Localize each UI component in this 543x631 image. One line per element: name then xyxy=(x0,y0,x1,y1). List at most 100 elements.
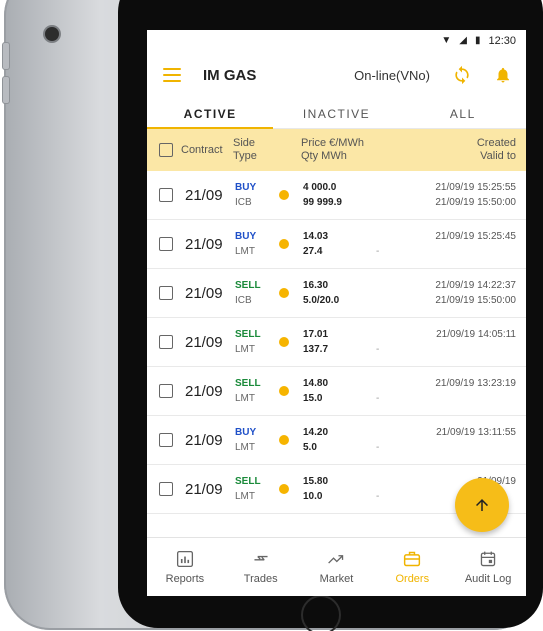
order-times: 21/09/19 14:05:11 - xyxy=(373,327,526,357)
row-checkbox[interactable] xyxy=(159,286,173,300)
row-checkbox[interactable] xyxy=(159,384,173,398)
order-row[interactable]: 21/09 BUY LMT 14.20 5.0 21/09/19 13:11:55 - xyxy=(147,416,526,465)
refresh-icon[interactable] xyxy=(452,65,472,85)
nav-market[interactable]: Market xyxy=(299,538,375,596)
order-created: 21/09/19 13:11:55 xyxy=(436,427,516,438)
row-checkbox[interactable] xyxy=(159,335,173,349)
bell-icon[interactable] xyxy=(494,65,512,85)
order-price-qty: 4 000.0 99 999.9 xyxy=(303,180,373,210)
column-price-qty: Price €/MWh Qty MWh xyxy=(301,137,381,163)
nav-audit-log[interactable]: Audit Log xyxy=(450,538,526,596)
column-valid-to: Valid to xyxy=(480,150,516,162)
nav-label: Trades xyxy=(243,572,278,585)
order-type: LMT xyxy=(235,442,255,453)
app-screen: ▼ ◢ ▮ 12:30 IM GAS On-line(VNo) ACTIVE I… xyxy=(147,30,526,596)
order-contract: 21/09 xyxy=(185,186,223,204)
order-side: SELL xyxy=(235,280,261,291)
order-side: SELL xyxy=(235,378,261,389)
order-qty: 5.0 xyxy=(303,442,317,453)
arrow-up-icon xyxy=(476,499,488,511)
column-side-type: Side Type xyxy=(233,137,289,163)
order-status-dot xyxy=(279,239,289,249)
column-side: Side xyxy=(233,137,256,149)
nav-label: Orders xyxy=(395,572,430,585)
tab-active[interactable]: ACTIVE xyxy=(147,99,273,128)
row-checkbox[interactable] xyxy=(159,482,173,496)
order-valid-to: 21/09/19 15:50:00 xyxy=(435,197,516,208)
nav-label: Reports xyxy=(165,572,205,585)
order-times: 21/09/19 13:11:55 - xyxy=(373,425,526,455)
order-side-type: BUY ICB xyxy=(235,180,275,210)
order-type: LMT xyxy=(235,344,255,355)
order-side: SELL xyxy=(235,329,261,340)
order-price: 4 000.0 xyxy=(303,182,337,193)
order-side-type: SELL ICB xyxy=(235,278,275,308)
row-checkbox[interactable] xyxy=(159,188,173,202)
order-qty: 10.0 xyxy=(303,491,323,502)
tab-inactive[interactable]: INACTIVE xyxy=(273,99,399,128)
scroll-top-button[interactable] xyxy=(455,478,509,532)
order-price-qty: 14.03 27.4 xyxy=(303,229,373,259)
column-contract: Contract xyxy=(181,144,223,156)
order-qty: 99 999.9 xyxy=(303,197,342,208)
volume-down-button xyxy=(2,76,10,104)
orders-list-header: Contract Side Type Price €/MWh Qty MWh C… xyxy=(147,129,526,171)
rear-camera xyxy=(45,27,59,41)
order-contract: 21/09 xyxy=(185,382,223,400)
order-row[interactable]: 21/09 SELL LMT 14.80 15.0 21/09/19 13:23:19 - xyxy=(147,367,526,416)
home-button[interactable] xyxy=(301,595,341,631)
status-bar: ▼ ◢ ▮ 12:30 xyxy=(147,30,526,51)
order-created: 21/09/19 15:25:55 xyxy=(435,182,516,193)
nav-trades[interactable]: Trades xyxy=(223,538,299,596)
order-contract: 21/09 xyxy=(185,235,223,253)
order-price-qty: 14.80 15.0 xyxy=(303,376,373,406)
order-side: BUY xyxy=(235,231,257,242)
row-checkbox[interactable] xyxy=(159,237,173,251)
select-all-checkbox[interactable] xyxy=(159,143,173,157)
order-qty: 5.0/20.0 xyxy=(303,295,340,306)
order-times: 21/09/19 15:25:55 21/09/19 15:50:00 xyxy=(373,180,526,210)
order-row[interactable]: 21/09 SELL ICB 16.30 5.0/20.0 21/09/19 14:22:… xyxy=(147,269,526,318)
order-type: LMT xyxy=(235,246,255,257)
row-checkbox[interactable] xyxy=(159,433,173,447)
column-price: Price €/MWh xyxy=(301,137,364,149)
order-price: 14.03 xyxy=(303,231,329,242)
trades-icon xyxy=(254,555,268,560)
order-valid-to: 21/09/19 15:50:00 xyxy=(435,295,516,306)
orders-list: 21/09 BUY ICB 4 000.0 99 999.9 21/09/19 15:25… xyxy=(147,171,526,514)
order-price: 15.80 xyxy=(303,476,329,487)
app-header: IM GAS On-line(VNo) xyxy=(147,51,526,99)
app-title: IM GAS xyxy=(203,66,257,84)
column-qty: Qty MWh xyxy=(301,150,347,162)
order-price-qty: 16.30 5.0/20.0 xyxy=(303,278,373,308)
order-row[interactable]: 21/09 SELL LMT 17.01 137.7 21/09/19 14:05:11 - xyxy=(147,318,526,367)
order-qty: 15.0 xyxy=(303,393,323,404)
order-type: LMT xyxy=(235,393,255,404)
order-qty: 137.7 xyxy=(303,344,329,355)
tab-all[interactable]: ALL xyxy=(400,99,526,128)
nav-orders[interactable]: Orders xyxy=(374,538,450,596)
order-price-qty: 15.80 10.0 xyxy=(303,474,373,504)
nav-reports[interactable]: Reports xyxy=(147,538,223,596)
active-tab-indicator xyxy=(147,127,273,129)
order-contract: 21/09 xyxy=(185,431,223,449)
order-side-type: BUY LMT xyxy=(235,425,275,455)
menu-icon[interactable] xyxy=(163,68,181,82)
order-price: 17.01 xyxy=(303,329,329,340)
order-valid-to: - xyxy=(376,393,380,404)
order-times: 21/09/19 13:23:19 - xyxy=(373,376,526,406)
order-side: BUY xyxy=(235,427,257,438)
order-times: 21/09/19 14:22:37 21/09/19 15:50:00 xyxy=(373,278,526,308)
order-valid-to: - xyxy=(376,344,380,355)
order-side-type: SELL LMT xyxy=(235,474,275,504)
volume-up-button xyxy=(2,42,10,70)
order-row[interactable]: 21/09 BUY LMT 14.03 27.4 21/09/19 15:25:45 - xyxy=(147,220,526,269)
order-row[interactable]: 21/09 BUY ICB 4 000.0 99 999.9 21/09/19 15:25… xyxy=(147,171,526,220)
nav-label: Market xyxy=(319,572,354,585)
order-status-dot xyxy=(279,288,289,298)
order-created: 21/09/19 14:22:37 xyxy=(435,280,516,291)
order-status-dot xyxy=(279,484,289,494)
order-price-qty: 17.01 137.7 xyxy=(303,327,373,357)
order-type: ICB xyxy=(235,295,252,306)
wifi-icon: ▼ xyxy=(441,35,452,46)
